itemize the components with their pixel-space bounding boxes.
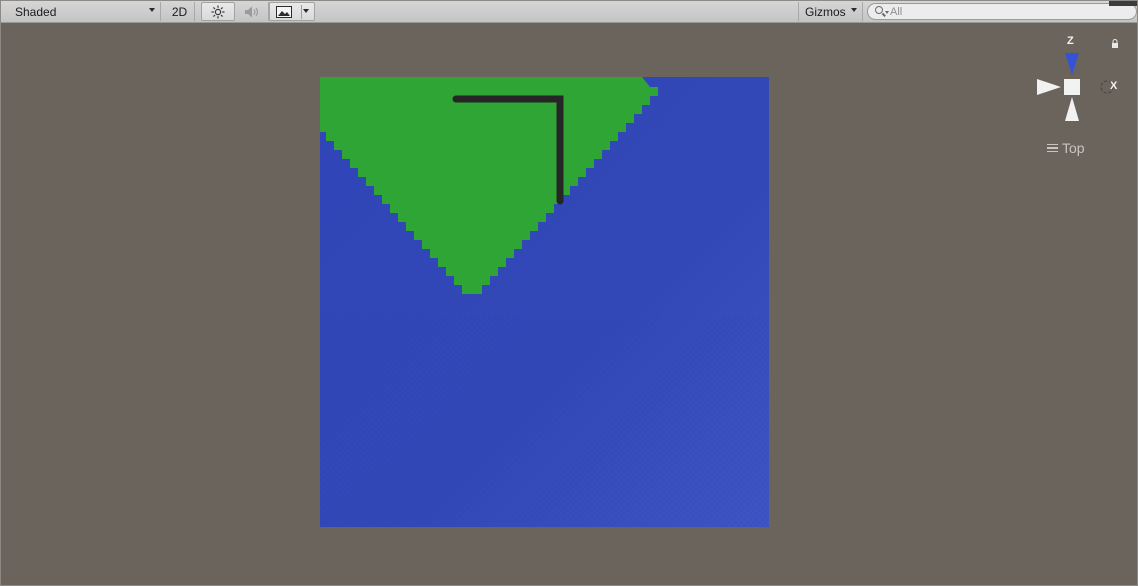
chevron-down-icon	[851, 8, 857, 12]
x-axis-label: X	[1110, 80, 1118, 92]
grid-texture	[320, 317, 769, 527]
scene-effects-toggle[interactable]	[269, 2, 315, 21]
hamburger-icon	[1047, 143, 1058, 153]
scene-viewport[interactable]: Z X Top	[1, 23, 1137, 585]
chevron-down-icon	[149, 8, 155, 12]
speaker-icon	[244, 6, 258, 17]
z-axis-cone[interactable]	[1065, 53, 1079, 75]
toolbar-divider	[301, 5, 302, 19]
search-icon	[875, 6, 883, 14]
2d-mode-label: 2D	[171, 4, 188, 19]
neg-z-axis-cone[interactable]	[1065, 97, 1079, 121]
scene-orientation-gizmo[interactable]: Z X	[1031, 35, 1131, 155]
draw-mode-label: Shaded	[15, 4, 57, 19]
lock-icon[interactable]	[1111, 39, 1119, 49]
scene-lighting-toggle[interactable]	[201, 2, 235, 21]
scene-view-window: Shaded 2D Gizmos All Z X Top	[0, 0, 1138, 586]
view-name-text: Top	[1062, 140, 1085, 156]
view-name-label[interactable]: Top	[1047, 140, 1085, 156]
grid-plane-render	[320, 77, 769, 527]
search-field[interactable]: All	[867, 3, 1137, 20]
draw-mode-dropdown[interactable]: Shaded	[11, 2, 161, 21]
z-axis-label: Z	[1067, 35, 1074, 47]
sun-icon	[211, 5, 225, 18]
scene-toolbar: Shaded 2D Gizmos All	[1, 1, 1137, 23]
grid-plane-object[interactable]	[320, 77, 769, 527]
scene-audio-toggle[interactable]	[235, 2, 269, 21]
neg-x-axis-cone[interactable]	[1037, 79, 1061, 95]
chevron-down-icon[interactable]	[303, 9, 309, 13]
search-placeholder: All	[890, 5, 903, 18]
image-icon	[276, 5, 292, 18]
window-corner	[1109, 1, 1137, 6]
gizmos-label: Gizmos	[805, 4, 846, 19]
gizmos-dropdown[interactable]: Gizmos	[798, 2, 863, 21]
gizmo-center-cube[interactable]	[1064, 79, 1080, 95]
search-filter-caret-icon[interactable]	[885, 11, 889, 14]
2d-mode-toggle[interactable]: 2D	[165, 2, 195, 21]
